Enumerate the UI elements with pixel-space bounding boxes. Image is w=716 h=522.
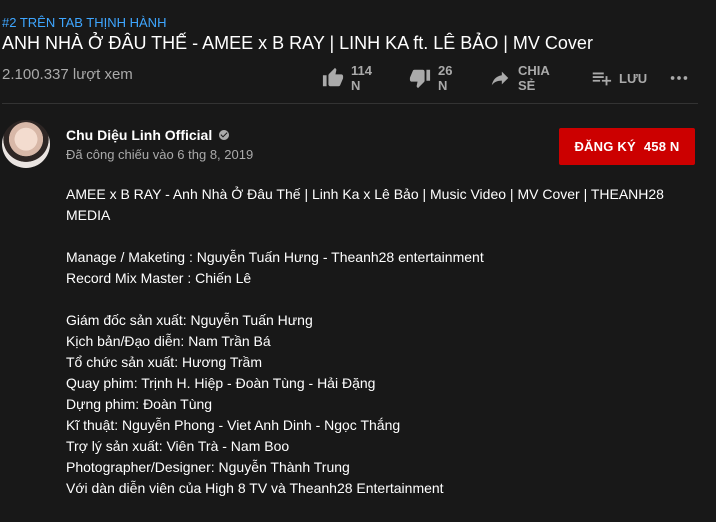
description-line: Dựng phim: Đoàn Tùng: [66, 396, 213, 412]
share-arrow-icon: [489, 67, 511, 89]
subscriber-count: 458 N: [643, 139, 680, 154]
share-button[interactable]: CHIA SẺ: [489, 63, 549, 93]
description-line: Record Mix Master : Chiến Lê: [66, 270, 252, 286]
description-line: Trợ lý sản xuất: Viên Trà - Nam Boo: [66, 438, 290, 454]
save-label: LƯU: [619, 70, 648, 86]
channel-name-row: Chu Diệu Linh Official: [66, 127, 230, 143]
description-line: Kịch bản/Đạo diễn: Nam Trần Bá: [66, 333, 271, 349]
description-line: AMEE x B RAY - Anh Nhà Ở Đâu Thế | Linh …: [66, 186, 664, 223]
more-actions-button[interactable]: [668, 67, 690, 89]
description-line: Tổ chức sản xuất: Hương Trầm: [66, 354, 262, 370]
description-line: Giám đốc sản xuất: Nguyễn Tuấn Hưng: [66, 312, 313, 328]
save-button[interactable]: LƯU: [590, 67, 647, 89]
like-count: 114 N: [351, 63, 372, 93]
divider: [2, 103, 698, 104]
subscribe-label: ĐĂNG KÝ: [574, 139, 636, 154]
trending-badge[interactable]: #2 TRÊN TAB THỊNH HÀNH: [2, 15, 166, 30]
view-count: 2.100.337 lượt xem: [2, 66, 133, 83]
thumb-up-icon: [322, 67, 344, 89]
thumb-down-icon: [409, 67, 431, 89]
dislike-button[interactable]: 26 N: [409, 63, 452, 93]
verified-check-icon: [218, 129, 230, 141]
description-line: Quay phim: Trịnh H. Hiệp - Đoàn Tùng - H…: [66, 375, 376, 391]
dislike-count: 26 N: [438, 63, 453, 93]
add-to-playlist-icon: [590, 67, 612, 89]
more-dots-icon: [668, 67, 690, 89]
premiere-date: Đã công chiếu vào 6 thg 8, 2019: [66, 147, 254, 162]
description-line: Photographer/Designer: Nguyễn Thành Trun…: [66, 459, 350, 475]
like-button[interactable]: 114 N: [322, 63, 372, 93]
channel-avatar[interactable]: [2, 120, 50, 168]
description-line: Kĩ thuật: Nguyễn Phong - Viet Anh Dinh -…: [66, 417, 401, 433]
description-line: Manage / Maketing : Nguyễn Tuấn Hưng - T…: [66, 249, 484, 265]
subscribe-button[interactable]: ĐĂNG KÝ 458 N: [559, 128, 695, 165]
share-label: CHIA SẺ: [518, 63, 550, 93]
channel-name[interactable]: Chu Diệu Linh Official: [66, 127, 212, 143]
video-title: ANH NHÀ Ở ĐÂU THẾ - AMEE x B RAY | LINH …: [2, 33, 593, 53]
video-description: AMEE x B RAY - Anh Nhà Ở Đâu Thế | Linh …: [66, 184, 666, 499]
description-line: Với dàn diễn viên của High 8 TV và Thean…: [66, 480, 444, 496]
